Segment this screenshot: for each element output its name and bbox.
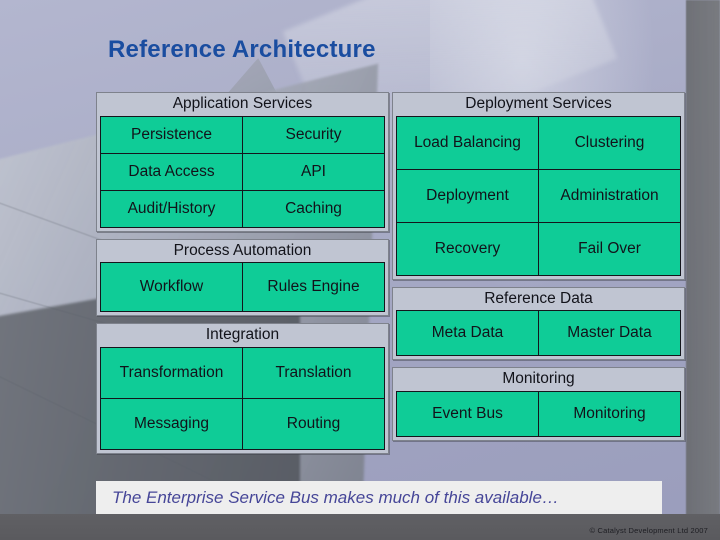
cell-security[interactable]: Security — [243, 116, 384, 153]
cell-data-access[interactable]: Data Access — [101, 153, 242, 190]
copyright-notice: © Catalyst Development Ltd 2007 — [589, 526, 708, 535]
cell-deployment[interactable]: Deployment — [397, 169, 538, 222]
grid-application-services: Persistence Security Data Access API Aud… — [100, 115, 385, 228]
cell-monitoring[interactable]: Monitoring — [539, 392, 680, 437]
block-integration: Integration Transformation Translation M… — [96, 323, 389, 455]
cell-meta-data[interactable]: Meta Data — [397, 311, 538, 356]
block-monitoring: Monitoring Event Bus Monitoring — [392, 367, 685, 442]
grid-monitoring: Event Bus Monitoring — [396, 391, 681, 438]
background-right-edge-strip — [686, 0, 720, 540]
left-column: Application Services Persistence Securit… — [96, 92, 389, 461]
cell-api[interactable]: API — [243, 153, 384, 190]
grid-process-automation: Workflow Rules Engine — [100, 262, 385, 313]
cell-workflow[interactable]: Workflow — [101, 263, 242, 312]
right-column: Deployment Services Load Balancing Clust… — [392, 92, 685, 448]
block-title-reference-data: Reference Data — [484, 289, 593, 307]
slide-canvas: Reference Architecture Application Servi… — [0, 0, 720, 540]
block-process-automation: Process Automation Workflow Rules Engine — [96, 238, 389, 317]
cell-audit-history[interactable]: Audit/History — [101, 190, 242, 227]
cell-rules-engine[interactable]: Rules Engine — [243, 263, 384, 312]
slide-title: Reference Architecture — [108, 36, 376, 63]
block-deployment-services: Deployment Services Load Balancing Clust… — [392, 92, 685, 280]
block-title-application-services: Application Services — [172, 95, 313, 112]
cell-load-balancing[interactable]: Load Balancing — [397, 116, 538, 169]
block-title-integration: Integration — [205, 326, 280, 344]
grid-deployment-services: Load Balancing Clustering Deployment Adm… — [396, 115, 681, 276]
cell-messaging[interactable]: Messaging — [101, 399, 242, 450]
cell-event-bus[interactable]: Event Bus — [397, 392, 538, 437]
cell-clustering[interactable]: Clustering — [539, 116, 680, 169]
grid-reference-data: Meta Data Master Data — [396, 310, 681, 357]
block-title-monitoring: Monitoring — [502, 370, 575, 388]
cell-fail-over[interactable]: Fail Over — [539, 222, 680, 275]
cell-administration[interactable]: Administration — [539, 169, 680, 222]
block-title-deployment-services: Deployment Services — [465, 95, 612, 112]
cell-transformation[interactable]: Transformation — [101, 348, 242, 399]
block-reference-data: Reference Data Meta Data Master Data — [392, 286, 685, 361]
cell-translation[interactable]: Translation — [243, 348, 384, 399]
caption-text: The Enterprise Service Bus makes much of… — [112, 488, 559, 507]
cell-recovery[interactable]: Recovery — [397, 222, 538, 275]
caption-bar: The Enterprise Service Bus makes much of… — [96, 481, 662, 515]
block-application-services: Application Services Persistence Securit… — [96, 92, 389, 232]
grid-integration: Transformation Translation Messaging Rou… — [100, 347, 385, 451]
cell-master-data[interactable]: Master Data — [539, 311, 680, 356]
cell-caching[interactable]: Caching — [243, 190, 384, 227]
block-title-process-automation: Process Automation — [173, 241, 312, 259]
cell-persistence[interactable]: Persistence — [101, 116, 242, 153]
cell-routing[interactable]: Routing — [243, 399, 384, 450]
